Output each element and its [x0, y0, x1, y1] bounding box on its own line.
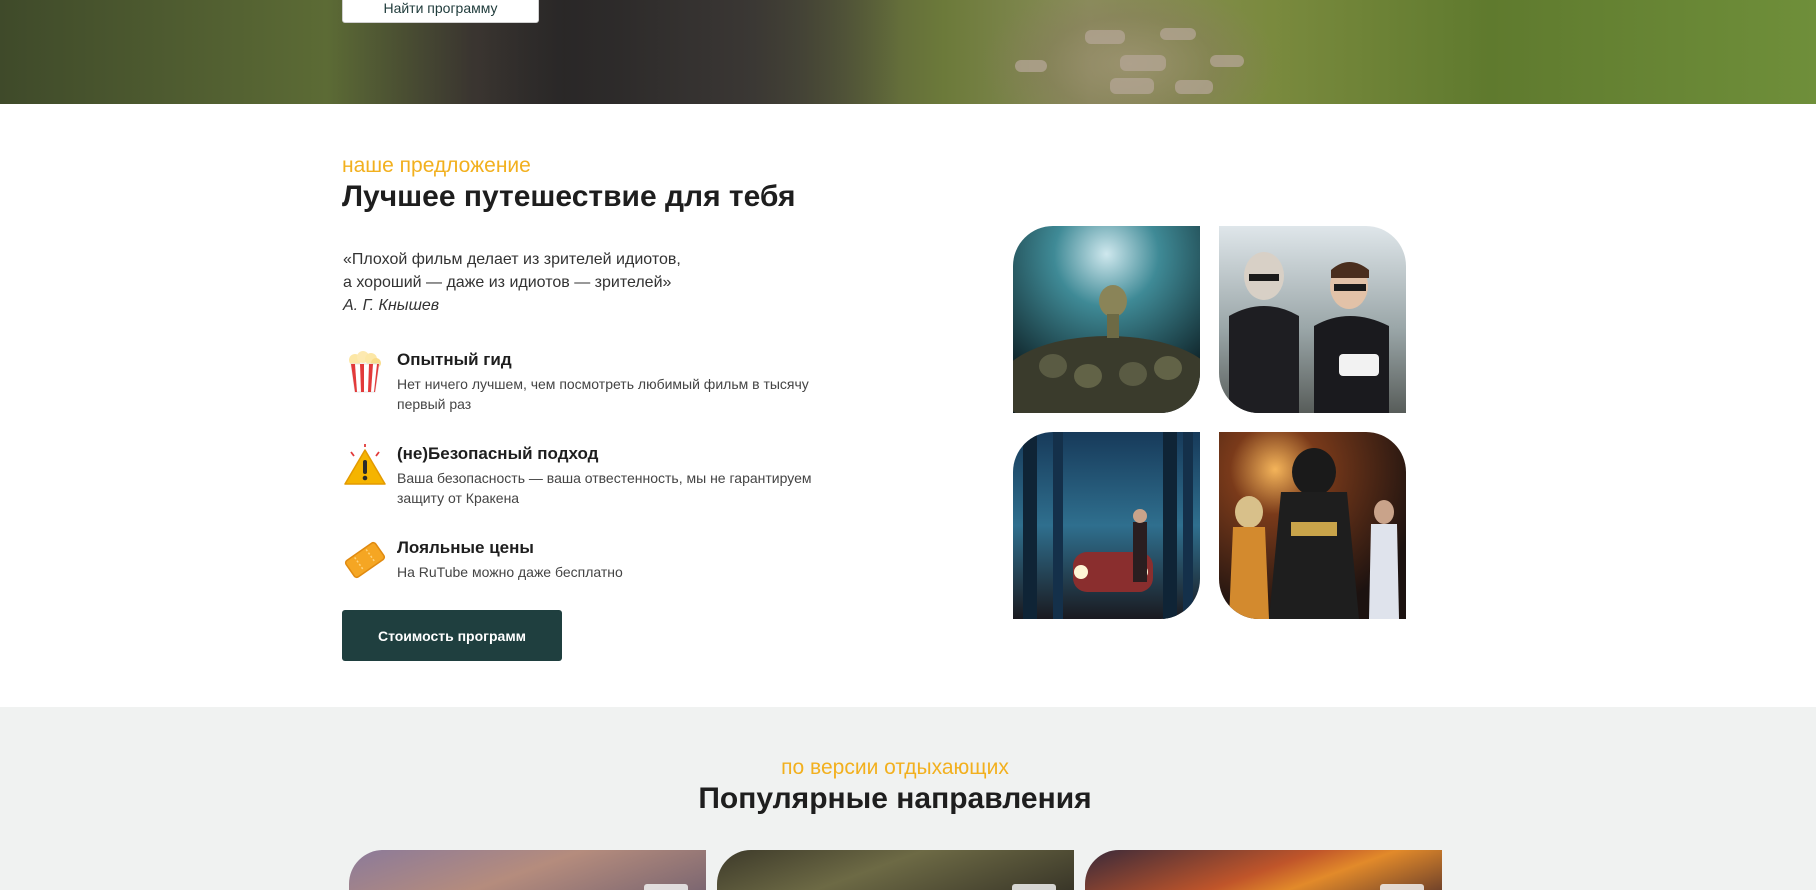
motorcycle-pizza-photo: [1219, 226, 1406, 413]
feature-text: Ваша безопасность — ваша отвестенность, …: [397, 470, 812, 506]
destination-card[interactable]: [717, 850, 1074, 890]
offer-eyebrow: наше предложение: [342, 154, 531, 177]
vader-dance-photo: [1219, 432, 1406, 619]
find-program-button[interactable]: Найти программу: [342, 0, 539, 23]
program-prices-button[interactable]: Стоимость программ: [342, 610, 562, 661]
hero-stone: [1160, 28, 1196, 40]
feature-text: Нет ничего лучшем, чем посмотреть любимы…: [397, 376, 809, 412]
destination-card[interactable]: [349, 850, 706, 890]
hero-banner: Найти программу: [0, 0, 1816, 104]
feature-title: Опытный гид: [397, 350, 512, 369]
hero-stone: [1175, 80, 1213, 94]
warning-icon: [343, 444, 387, 488]
quote-author: А. Г. Кнышев: [343, 297, 440, 314]
forest-car-photo: [1013, 432, 1200, 619]
hero-stone: [1085, 30, 1125, 44]
hero-stone: [1210, 55, 1244, 67]
quote-line: а хороший — даже из идиотов — зрителей»: [343, 274, 672, 291]
feature-item: Опытный гид Нет ничего лучшем, чем посмо…: [343, 350, 863, 412]
concert-crowd-photo: [1013, 226, 1200, 413]
card-badge: [1012, 884, 1056, 890]
feature-item: (не)Безопасный подход Ваша безопасность …: [343, 444, 863, 506]
popcorn-icon: [343, 350, 387, 394]
destination-card[interactable]: [1085, 850, 1442, 890]
hero-stone: [1110, 78, 1154, 94]
card-badge: [1380, 884, 1424, 890]
feature-title: (не)Безопасный подход: [397, 444, 599, 463]
hero-stone: [1120, 55, 1166, 71]
hero-robe-shape: [480, 0, 900, 104]
feature-item: Лояльные цены На RuTube можно даже беспл…: [343, 538, 863, 588]
popular-title: Популярные направления: [698, 782, 1092, 815]
hero-stone: [1015, 60, 1047, 72]
popular-eyebrow: по версии отдыхающих: [781, 756, 1009, 779]
quote-line: «Плохой фильм делает из зрителей идиотов…: [343, 251, 681, 268]
offer-title: Лучшее путешествие для тебя: [342, 180, 796, 213]
feature-text: На RuTube можно даже бесплатно: [397, 564, 623, 580]
offer-quote: «Плохой фильм делает из зрителей идиотов…: [343, 248, 681, 317]
card-badge: [644, 884, 688, 890]
feature-title: Лояльные цены: [397, 538, 534, 557]
ticket-icon: [343, 538, 387, 582]
